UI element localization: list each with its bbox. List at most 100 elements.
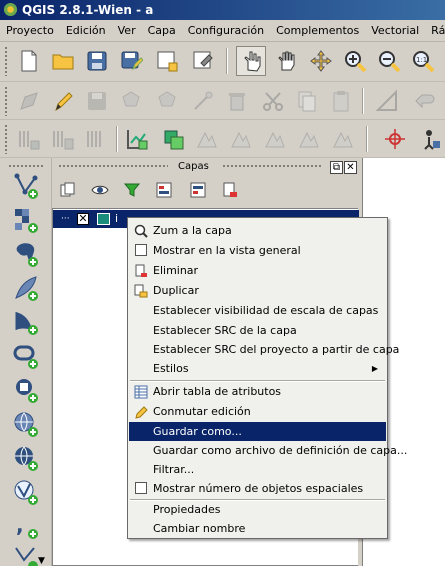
menu-item-set-layer-crs[interactable]: Establecer SRC de la capa	[129, 321, 386, 340]
expand-all-icon[interactable]	[152, 178, 176, 202]
add-db2-layer-icon[interactable]	[10, 374, 42, 406]
visibility-eye-icon[interactable]	[88, 178, 112, 202]
save-as-icon[interactable]	[116, 46, 146, 76]
toolbar-grip[interactable]	[4, 86, 8, 116]
toolbar-grip[interactable]	[4, 124, 8, 154]
close-panel-button[interactable]: ✕	[344, 161, 357, 174]
new-project-icon[interactable]	[14, 46, 44, 76]
menu-edicion[interactable]: Edición	[60, 21, 112, 41]
menu-complementos[interactable]: Complementos	[270, 21, 365, 41]
node-tool-icon[interactable]	[188, 86, 218, 116]
menu-item-styles[interactable]: Estilos ▶	[129, 359, 386, 378]
copy-features-icon[interactable]	[292, 86, 322, 116]
filter-legend-icon[interactable]	[120, 178, 144, 202]
add-mssql-layer-icon[interactable]	[10, 306, 42, 338]
delete-selected-icon[interactable]	[222, 86, 252, 116]
menu-item-zoom-to-layer[interactable]: Zum a la capa	[129, 221, 386, 240]
add-wms-layer-icon[interactable]	[10, 408, 42, 440]
add-raster-layer-icon[interactable]	[10, 204, 42, 236]
zoom-in-icon[interactable]	[340, 46, 370, 76]
menu-item-show-feature-count[interactable]: Mostrar número de objetos espaciales	[129, 479, 386, 498]
submenu-arrow-icon: ▶	[371, 364, 378, 373]
remove-layer-icon	[135, 264, 147, 277]
touch-zoom-pan-icon[interactable]	[236, 46, 266, 76]
layer-tool-2-icon[interactable]	[48, 124, 78, 154]
menu-item-duplicate[interactable]: Duplicar	[129, 281, 386, 300]
remove-layer-icon[interactable]	[218, 178, 242, 202]
save-edits-icon[interactable]	[82, 86, 112, 116]
toggle-editing-icon[interactable]	[48, 86, 78, 116]
layer-visibility-checkbox[interactable]: ✕	[77, 213, 89, 225]
toolbar-layers	[0, 120, 445, 158]
add-wfs-layer-icon[interactable]	[10, 476, 42, 508]
overview-checkbox[interactable]	[135, 244, 147, 256]
menu-item-filter[interactable]: Filtrar...	[129, 460, 386, 479]
layer-name[interactable]: i	[115, 212, 118, 225]
add-layer-icon[interactable]	[158, 124, 188, 154]
layer-tool-7-icon[interactable]	[294, 124, 324, 154]
toolbar-grip[interactable]	[4, 46, 8, 76]
menu-item-label: Guardar como archivo de definición de ca…	[153, 444, 408, 457]
menu-raster[interactable]: Ráster	[425, 21, 445, 41]
svg-text:1:1: 1:1	[416, 56, 427, 64]
add-spatialite-layer-icon[interactable]	[10, 272, 42, 304]
move-feature-icon[interactable]	[152, 86, 182, 116]
zoom-out-icon[interactable]	[374, 46, 404, 76]
feature-count-checkbox[interactable]	[135, 482, 147, 494]
add-oracle-layer-icon[interactable]	[10, 340, 42, 372]
current-edits-icon[interactable]	[14, 86, 44, 116]
zoom-native-icon[interactable]: 1:1	[408, 46, 438, 76]
menu-item-scale-visibility[interactable]: Establecer visibilidad de escala de capa…	[129, 301, 386, 320]
add-group-icon[interactable]	[56, 178, 80, 202]
menu-item-open-attribute-table[interactable]: Abrir tabla de atributos	[129, 382, 386, 401]
menu-item-properties[interactable]: Propiedades	[129, 500, 386, 519]
menu-item-toggle-editing[interactable]: Conmutar edición	[129, 402, 386, 421]
layer-tool-3-icon[interactable]	[82, 124, 112, 154]
add-delimited-text-icon[interactable]	[122, 124, 152, 154]
table-icon	[134, 385, 148, 399]
composer-manager-icon[interactable]	[188, 46, 218, 76]
pan-to-selection-icon[interactable]	[306, 46, 336, 76]
collapse-all-icon[interactable]	[186, 178, 210, 202]
add-vector-layer-icon[interactable]	[10, 170, 42, 202]
layer-tool-4-icon[interactable]	[192, 124, 222, 154]
menu-proyecto[interactable]: Proyecto	[0, 21, 60, 41]
new-print-composer-icon[interactable]	[152, 46, 182, 76]
layer-tool-5-icon[interactable]	[226, 124, 256, 154]
identify-icon[interactable]	[414, 124, 444, 154]
menu-item-save-as[interactable]: Guardar como...	[129, 422, 386, 441]
toolbar-overflow-arrow[interactable]: ▼	[38, 556, 45, 566]
menu-item-rename[interactable]: Cambiar nombre	[129, 519, 386, 538]
panel-title: Capas	[178, 161, 209, 172]
panel-grip[interactable]	[58, 164, 168, 168]
menu-item-save-as-layer-definition[interactable]: Guardar como archivo de definición de ca…	[129, 441, 407, 460]
menu-capa[interactable]: Capa	[142, 21, 182, 41]
add-delimited-text-layer-icon[interactable]: ,	[10, 510, 42, 542]
menu-ver[interactable]: Ver	[112, 21, 142, 41]
add-postgis-layer-icon[interactable]	[10, 238, 42, 270]
layer-tool-6-icon[interactable]	[260, 124, 290, 154]
paste-features-icon[interactable]	[326, 86, 356, 116]
menu-item-set-project-crs[interactable]: Establecer SRC del proyecto a partir de …	[129, 340, 399, 359]
menu-item-remove[interactable]: Eliminar	[129, 261, 386, 280]
layer-tool-8-icon[interactable]	[328, 124, 358, 154]
open-project-icon[interactable]	[48, 46, 78, 76]
crosshair-icon[interactable]	[380, 124, 410, 154]
undo-icon[interactable]	[410, 86, 440, 116]
panel-grip[interactable]	[222, 164, 322, 168]
pan-map-icon[interactable]	[272, 46, 302, 76]
float-panel-button[interactable]: ⧉	[330, 161, 343, 174]
tree-expander[interactable]: ···	[61, 214, 70, 224]
save-project-icon[interactable]	[82, 46, 112, 76]
layer-tool-1-icon[interactable]	[14, 124, 44, 154]
menu-item-show-in-overview[interactable]: Mostrar en la vista general	[129, 241, 386, 260]
menu-vectorial[interactable]: Vectorial	[365, 21, 425, 41]
toolbar-digitizing	[0, 82, 445, 120]
cut-features-icon[interactable]	[258, 86, 288, 116]
add-feature-icon[interactable]	[116, 86, 146, 116]
add-wcs-layer-icon[interactable]	[10, 442, 42, 474]
advanced-digitizing-icon[interactable]	[372, 86, 402, 116]
duplicate-icon	[134, 284, 148, 298]
menu-configuracion[interactable]: Configuración	[182, 21, 270, 41]
toolbar-grip[interactable]	[8, 164, 44, 168]
